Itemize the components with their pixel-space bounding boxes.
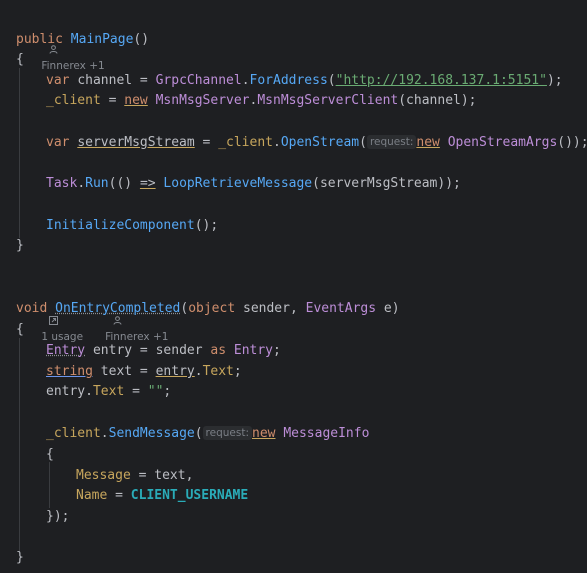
code-line[interactable]: var serverMsgStream = _client.OpenStream…: [46, 133, 587, 153]
code-line[interactable]: {: [46, 445, 54, 465]
string-url[interactable]: "http://192.168.137.1:5151": [336, 73, 547, 88]
assign-op: =: [107, 488, 131, 503]
call-tail: (serverMsgStream));: [312, 176, 461, 191]
code-line[interactable]: }: [16, 548, 24, 568]
string-empty: "": [147, 384, 164, 399]
keyword-string: string: [46, 364, 93, 379]
keyword-as: as: [210, 343, 227, 358]
method-openstream: OpenStream: [280, 135, 360, 150]
method-foraddress: ForAddress: [249, 73, 328, 88]
method-initializecomponent: InitializeComponent: [46, 218, 195, 233]
field-client: _client: [218, 135, 273, 150]
variable-channel: channel: [77, 73, 133, 88]
assign-op: =: [124, 384, 148, 399]
type-grpcchannel: GrpcChannel: [155, 73, 242, 88]
property-message: Message: [76, 468, 131, 483]
method-onentrycompleted: OnEntryCompleted: [55, 301, 181, 316]
indent-guide: [19, 338, 20, 552]
indent-guide: [19, 68, 20, 238]
code-line[interactable]: string text = entry.Text;: [46, 362, 242, 382]
code-line[interactable]: InitializeComponent();: [46, 216, 218, 236]
type-eventargs: EventArgs: [305, 301, 377, 316]
keyword-var: var: [46, 135, 70, 150]
variable-text: text: [100, 364, 133, 379]
constructor-name: MainPage: [70, 32, 134, 47]
variable-servermsgstream: serverMsgStream: [77, 135, 195, 150]
method-sendmessage: SendMessage: [108, 426, 195, 441]
code-line[interactable]: var channel = GrpcChannel.ForAddress("ht…: [46, 71, 563, 91]
keyword-var: var: [46, 73, 70, 88]
variable-entry: entry: [155, 364, 195, 379]
type-messageinfo: MessageInfo: [283, 426, 370, 441]
type-entry: Entry: [46, 343, 86, 358]
type-entry: Entry: [233, 343, 274, 358]
channel-arg: (channel);: [398, 93, 477, 108]
code-editor[interactable]: Finnerex +1 public MainPage() { var chan…: [0, 0, 587, 573]
code-line[interactable]: _client.SendMessage(request: new MessageI…: [46, 424, 369, 444]
assign-op: =: [132, 364, 156, 379]
code-line[interactable]: Message = text,: [76, 466, 193, 486]
variable-entry: entry: [46, 384, 86, 399]
type-msnmsgserver: MsnMsgServer: [155, 93, 250, 108]
assign-op: =: [130, 468, 155, 483]
keyword-object: object: [188, 301, 236, 316]
param-sender: sender: [243, 301, 290, 316]
property-name: Name: [76, 488, 108, 503]
inlay-hint-request: request:: [366, 135, 417, 149]
code-line[interactable]: {: [16, 320, 24, 340]
code-line[interactable]: {: [16, 50, 24, 70]
open-brace: {: [16, 52, 24, 67]
open-brace: {: [16, 322, 24, 337]
property-text: Text: [202, 364, 234, 379]
code-line[interactable]: Task.Run(() => LoopRetrieveMessage(serve…: [46, 174, 461, 194]
keyword-new: new: [416, 135, 440, 150]
variable-entry: entry: [92, 343, 133, 358]
code-line[interactable]: public MainPage(): [16, 30, 149, 50]
code-line[interactable]: });: [46, 507, 69, 527]
variable-text: text: [154, 468, 186, 483]
call-tail: ());: [557, 135, 587, 150]
code-line[interactable]: _client = new MsnMsgServer.MsnMsgServerC…: [46, 91, 477, 111]
call-tail: ();: [194, 218, 219, 233]
type-msnmsgserverclient: MsnMsgServerClient: [257, 93, 399, 108]
assign-op: =: [100, 93, 125, 108]
code-line[interactable]: void OnEntryCompleted(object sender, Eve…: [16, 299, 400, 319]
param-sender: sender: [155, 343, 203, 358]
inlay-hint-request: request:: [202, 426, 252, 440]
code-line[interactable]: entry.Text = "";: [46, 382, 171, 402]
close-brace: }: [16, 550, 24, 565]
keyword-new: new: [252, 426, 276, 441]
assign-op: =: [132, 73, 156, 88]
indent-guide: [49, 462, 50, 508]
keyword-public: public: [16, 32, 63, 47]
method-run: Run: [85, 176, 109, 191]
assign-op: =: [194, 135, 219, 150]
field-client: _client: [46, 93, 101, 108]
codevision-usages-hint[interactable]: 1 usage Finnerex +1: [16, 282, 168, 343]
open-brace: {: [46, 447, 54, 462]
close-call: });: [46, 509, 70, 524]
constant-client-username: CLIENT_USERNAME: [130, 488, 249, 503]
parens: (): [133, 32, 150, 47]
method-loopretrievemessage: LoopRetrieveMessage: [163, 176, 313, 191]
code-line[interactable]: Name = CLIENT_USERNAME: [76, 486, 248, 506]
type-openstreamargs: OpenStreamArgs: [447, 135, 558, 150]
keyword-new: new: [124, 93, 148, 108]
property-text: Text: [92, 384, 125, 399]
code-line[interactable]: }: [16, 236, 24, 256]
codevision-author-hint[interactable]: Finnerex +1: [16, 11, 105, 72]
field-client: _client: [46, 426, 101, 441]
close-brace: }: [16, 238, 24, 253]
param-e: e): [383, 301, 400, 316]
keyword-void: void: [16, 301, 48, 316]
code-line[interactable]: Entry entry = sender as Entry;: [46, 341, 281, 361]
type-task: Task: [46, 176, 78, 191]
assign-op: =: [132, 343, 156, 358]
